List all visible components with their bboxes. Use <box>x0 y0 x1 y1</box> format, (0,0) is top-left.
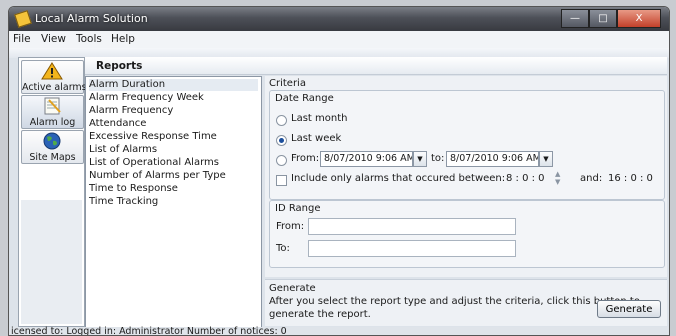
id-to-input[interactable] <box>308 240 516 257</box>
last-week-label: Last week <box>291 133 342 144</box>
list-item[interactable]: Number of Alarms per Type <box>89 170 230 182</box>
sidebar-item-label: Alarm log <box>29 117 76 128</box>
generate-title: Generate <box>269 283 316 294</box>
minimize-button[interactable]: — <box>561 9 589 28</box>
chevron-down-icon: ▼ <box>417 155 423 163</box>
date-range-title: Date Range <box>275 93 334 104</box>
sidebar-item-label: Active alarms <box>22 82 87 93</box>
start-time-field[interactable]: 8 : 0 : 0 <box>506 173 545 184</box>
warning-icon <box>41 62 63 80</box>
app-logo-icon <box>14 10 32 28</box>
list-item[interactable]: Time to Response <box>89 183 182 195</box>
list-item[interactable]: Excessive Response Time <box>89 131 221 143</box>
last-month-radio[interactable] <box>276 115 287 126</box>
list-item[interactable]: List of Operational Alarms <box>89 157 223 169</box>
chevron-down-icon: ▼ <box>543 155 549 163</box>
last-week-radio[interactable] <box>276 135 287 146</box>
globe-icon <box>43 132 61 150</box>
to-date-dropdown-button[interactable]: ▼ <box>539 151 553 167</box>
include-time-label: Include only alarms that occured between… <box>291 173 506 184</box>
menu-view[interactable]: View <box>41 33 66 45</box>
id-from-label: From: <box>276 221 305 232</box>
menu-bar: File View Tools Help <box>9 31 669 49</box>
title-bar[interactable]: Local Alarm Solution — □ X <box>9 7 669 31</box>
menu-help[interactable]: Help <box>111 33 135 45</box>
id-range-title: ID Range <box>275 203 321 214</box>
sidebar: Active alarms Alarm log Site Maps <box>18 57 87 327</box>
app-window: Local Alarm Solution — □ X File View Too… <box>8 6 670 336</box>
list-item[interactable]: Attendance <box>89 118 150 130</box>
reports-header <box>85 57 667 75</box>
from-date-field[interactable]: 8/07/2010 9:06 AM <box>320 151 413 167</box>
status-bar: icensed to: Logged in: Administrator Num… <box>9 327 669 335</box>
log-icon <box>44 97 61 115</box>
generate-help-line1: After you select the report type and adj… <box>269 296 640 307</box>
from-date-value: 8/07/2010 9:06 AM <box>324 153 413 164</box>
id-from-input[interactable] <box>308 218 516 235</box>
list-item[interactable]: Alarm Duration <box>89 79 258 91</box>
from-date-dropdown-button[interactable]: ▼ <box>413 151 427 167</box>
window-title: Local Alarm Solution <box>35 12 148 25</box>
close-button[interactable]: X <box>617 9 661 28</box>
list-item[interactable]: Alarm Frequency <box>89 105 177 117</box>
list-item[interactable]: Time Tracking <box>89 196 162 208</box>
criteria-panel: Criteria Date Range Last month Last week… <box>265 76 667 277</box>
from-date-label: From: <box>291 153 320 164</box>
list-item[interactable]: List of Alarms <box>89 144 161 156</box>
to-date-value: 8/07/2010 9:06 AM <box>450 153 539 164</box>
custom-range-radio[interactable] <box>276 155 287 166</box>
last-month-label: Last month <box>291 113 348 124</box>
generate-help-line2: generate the report. <box>269 309 371 320</box>
menu-file[interactable]: File <box>13 33 31 45</box>
time-spinner-icon[interactable]: ▲ ▼ <box>555 170 560 186</box>
sidebar-item-alarm-log[interactable]: Alarm log <box>21 95 84 129</box>
generate-button[interactable]: Generate <box>597 300 661 318</box>
and-label: and: <box>580 173 603 184</box>
sidebar-empty-area <box>21 200 82 324</box>
generate-panel: Generate After you select the report typ… <box>265 279 667 326</box>
include-time-checkbox[interactable] <box>276 175 287 186</box>
list-item[interactable]: Alarm Frequency Week <box>89 92 208 104</box>
to-date-field[interactable]: 8/07/2010 9:06 AM <box>446 151 539 167</box>
report-list[interactable]: Alarm Duration Alarm Frequency Week Alar… <box>85 76 262 328</box>
id-to-label: To: <box>276 243 290 254</box>
sidebar-item-active-alarms[interactable]: Active alarms <box>21 60 87 94</box>
id-range-group: ID Range From: To: <box>269 200 665 268</box>
criteria-title: Criteria <box>269 78 306 89</box>
to-date-label: to: <box>431 153 445 164</box>
reports-title: Reports <box>96 60 143 72</box>
end-time-field[interactable]: 16 : 0 : 0 <box>608 173 653 184</box>
sidebar-item-label: Site Maps <box>29 152 76 163</box>
window-controls: — □ X <box>561 9 661 28</box>
date-range-group: Date Range Last month Last week From: 8/… <box>269 90 665 200</box>
maximize-button[interactable]: □ <box>589 9 617 28</box>
menu-tools[interactable]: Tools <box>76 33 102 45</box>
sidebar-item-site-maps[interactable]: Site Maps <box>21 130 84 164</box>
